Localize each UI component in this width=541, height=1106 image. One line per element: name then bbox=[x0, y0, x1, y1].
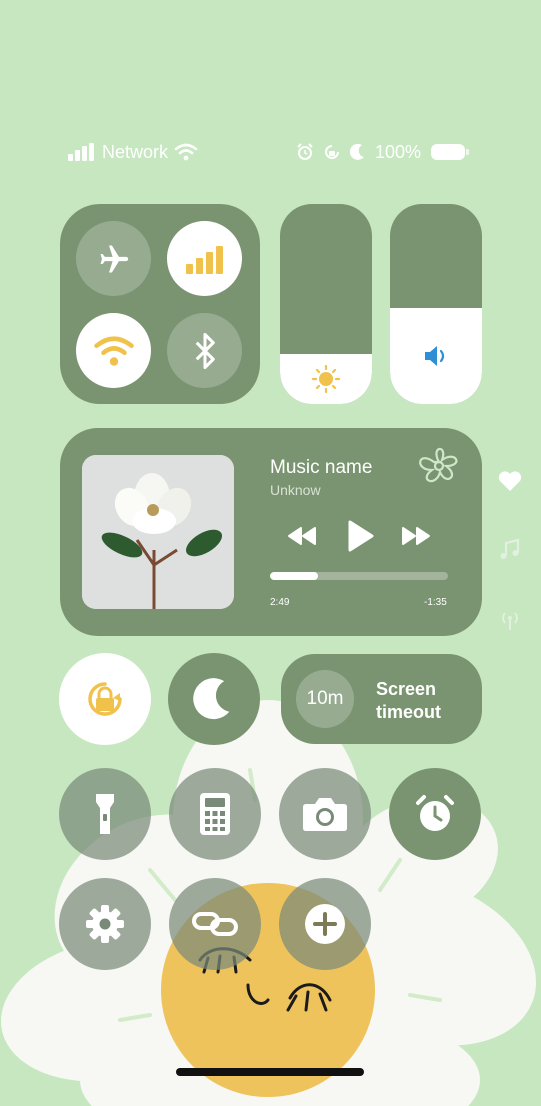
wifi-toggle[interactable] bbox=[76, 313, 151, 388]
battery-percent: 100% bbox=[375, 141, 422, 162]
rotation-lock-icon bbox=[88, 682, 122, 716]
signal-icon bbox=[68, 143, 94, 161]
mobile-data-toggle[interactable] bbox=[167, 221, 242, 296]
album-art[interactable] bbox=[82, 455, 234, 609]
settings-button[interactable] bbox=[59, 878, 151, 970]
remaining-time: -1:35 bbox=[424, 597, 447, 608]
battery-icon bbox=[431, 144, 470, 160]
rewind-icon[interactable] bbox=[287, 526, 317, 546]
network-label: Network bbox=[102, 141, 169, 162]
bluetooth-toggle[interactable] bbox=[167, 313, 242, 388]
flashlight-icon bbox=[96, 794, 114, 834]
flashlight-button[interactable] bbox=[59, 768, 151, 860]
camera-button[interactable] bbox=[279, 768, 371, 860]
progress-bar[interactable] bbox=[270, 572, 448, 580]
volume-fill bbox=[390, 308, 482, 404]
home-indicator[interactable] bbox=[176, 1068, 364, 1076]
rotation-lock-icon bbox=[325, 145, 339, 159]
track-artist: Unknow bbox=[270, 482, 321, 498]
link-icon bbox=[192, 912, 238, 936]
settings-icon bbox=[86, 905, 124, 943]
track-title: Music name bbox=[270, 457, 373, 478]
broadcast-icon[interactable] bbox=[498, 608, 522, 632]
rotation-lock-toggle[interactable] bbox=[59, 653, 151, 745]
brightness-slider[interactable] bbox=[280, 204, 372, 404]
wifi-icon bbox=[174, 143, 198, 161]
magnolia-artwork bbox=[82, 455, 234, 609]
timeout-label-line2: timeout bbox=[376, 702, 441, 722]
do-not-disturb-toggle[interactable] bbox=[168, 653, 260, 745]
flower-doodle-icon bbox=[419, 447, 458, 483]
elapsed-time: 2:49 bbox=[270, 597, 290, 608]
calculator-icon bbox=[200, 793, 230, 835]
add-shortcut-button[interactable] bbox=[279, 878, 371, 970]
alarm-clock-button[interactable] bbox=[389, 768, 481, 860]
volume-slider[interactable] bbox=[390, 204, 482, 404]
alarm-clock-icon bbox=[416, 795, 454, 831]
airplane-toggle[interactable] bbox=[76, 221, 151, 296]
timeout-label: Screen timeout bbox=[376, 678, 476, 724]
heart-icon[interactable] bbox=[498, 470, 522, 492]
brightness-fill bbox=[280, 354, 372, 404]
fast-forward-icon[interactable] bbox=[401, 526, 431, 546]
timeout-label-line1: Screen bbox=[376, 679, 437, 699]
play-icon[interactable] bbox=[346, 519, 376, 553]
alarm-icon bbox=[297, 143, 313, 160]
progress-fill bbox=[270, 572, 319, 580]
signal-bars-icon bbox=[185, 245, 223, 274]
moon-icon bbox=[193, 678, 230, 720]
bluetooth-icon bbox=[195, 332, 215, 369]
link-button[interactable] bbox=[169, 878, 261, 970]
moon-icon bbox=[350, 143, 364, 160]
speaker-icon bbox=[425, 346, 445, 366]
timeout-value: 10m bbox=[296, 670, 354, 728]
calculator-button[interactable] bbox=[169, 768, 261, 860]
sun-icon bbox=[311, 364, 341, 394]
add-icon bbox=[305, 904, 345, 944]
airplane-icon bbox=[100, 245, 128, 272]
camera-icon bbox=[303, 798, 347, 831]
status-bar-right: 100% bbox=[296, 140, 470, 164]
wifi-icon bbox=[93, 335, 134, 366]
music-note-icon[interactable] bbox=[498, 538, 522, 562]
status-bar-left: Network bbox=[68, 140, 198, 164]
